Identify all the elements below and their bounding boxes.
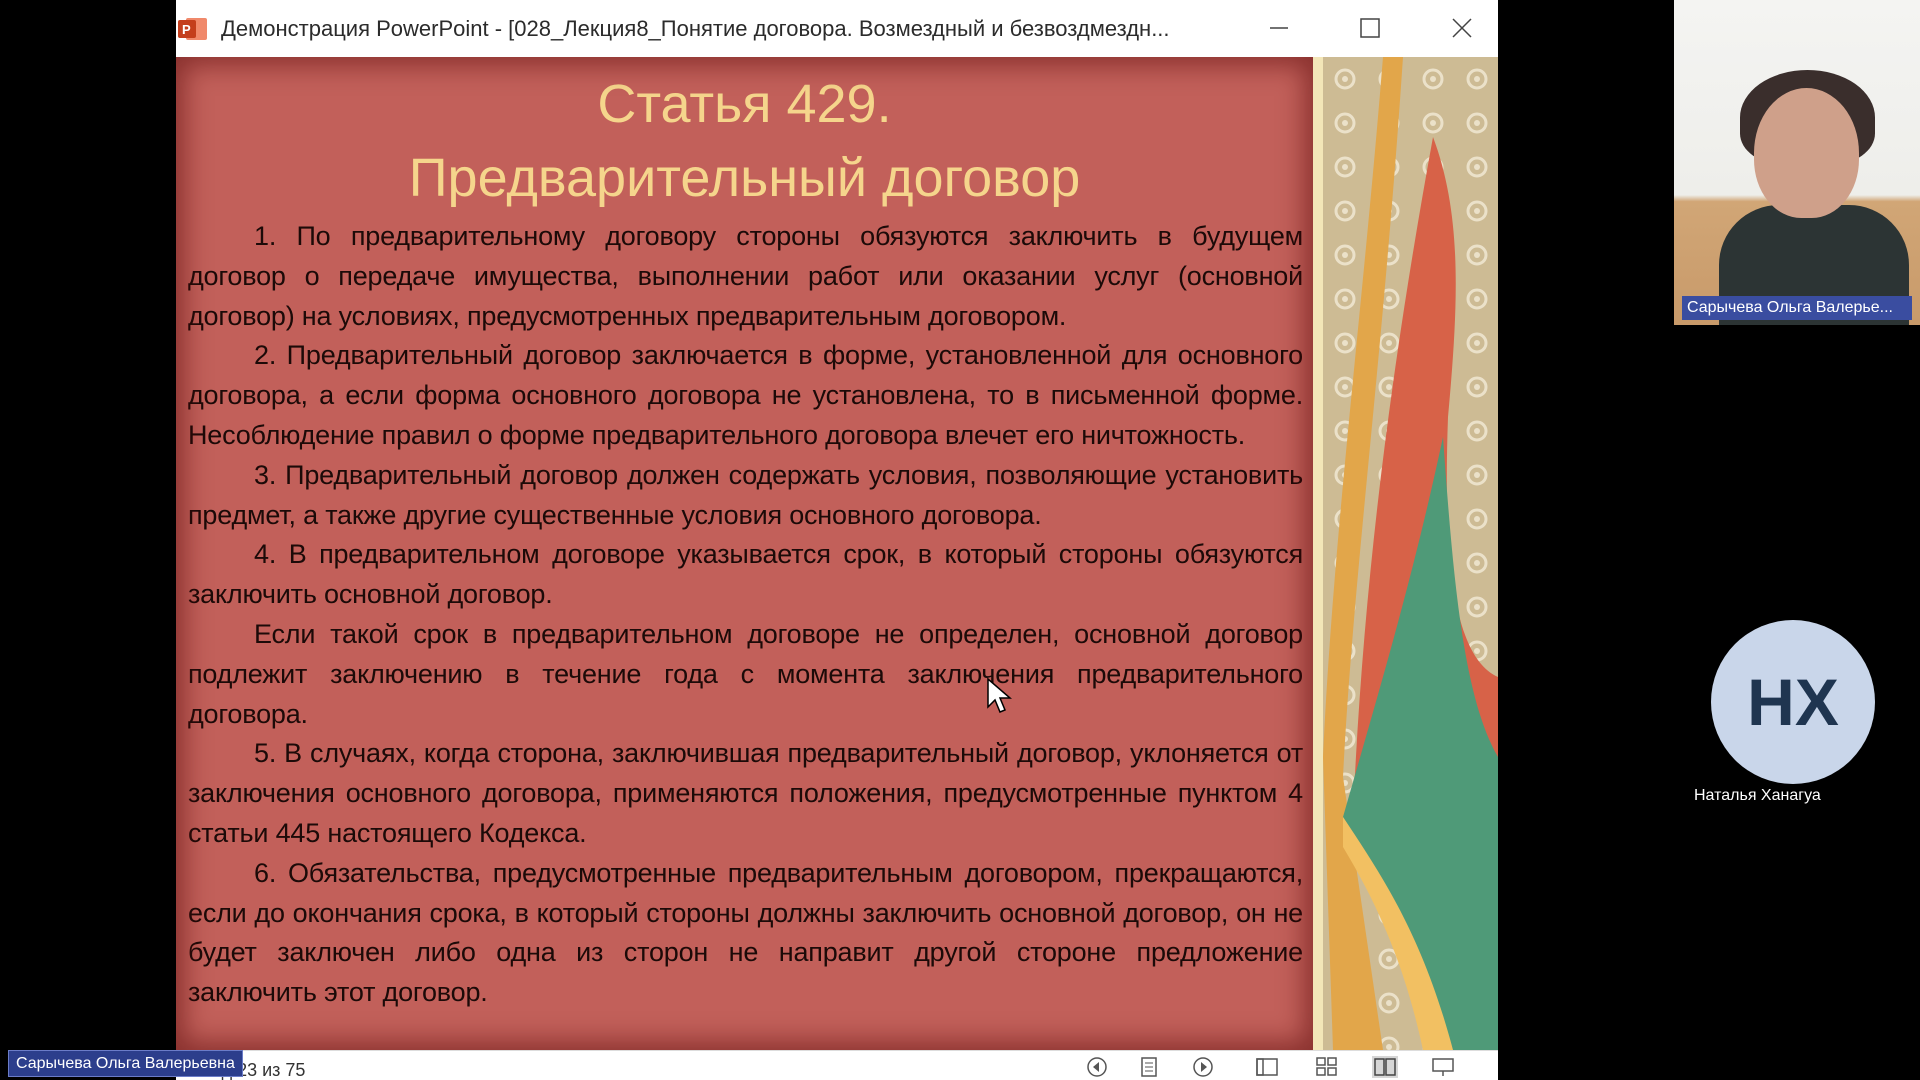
menu-icon [1141, 1057, 1157, 1077]
maximize-button[interactable] [1347, 8, 1393, 48]
slideshow-button[interactable] [1430, 1056, 1456, 1078]
close-icon [1452, 18, 1472, 38]
participant-video-tile[interactable]: Сарычева Ольга Валерье... [1674, 0, 1920, 325]
slide-decoration-panel [1313, 57, 1498, 1050]
next-slide-button[interactable] [1190, 1056, 1216, 1078]
normal-view-button[interactable] [1254, 1056, 1280, 1078]
slide-sorter-button[interactable] [1314, 1056, 1340, 1078]
avatar-initials: НХ [1747, 665, 1839, 739]
arrow-left-circle-icon [1087, 1057, 1107, 1077]
slide-paragraph: 3. Предварительный договор должен содерж… [188, 459, 1303, 530]
menu-button[interactable] [1136, 1056, 1162, 1078]
slide-body: 1. По предварительному договору стороны … [188, 217, 1303, 1013]
slide: Статья 429. Предварительный договор 1. П… [176, 57, 1498, 1050]
slideshow-icon [1432, 1058, 1454, 1076]
mouse-cursor-icon [987, 677, 1012, 713]
close-button[interactable] [1439, 8, 1485, 48]
svg-text:P: P [182, 22, 191, 37]
status-bar: Слайд 23 из 75 [176, 1050, 1498, 1080]
reading-view-icon [1374, 1058, 1396, 1076]
slide-sorter-icon [1316, 1057, 1337, 1076]
participant-face [1754, 88, 1859, 218]
slide-paragraph: 5. В случаях, когда сторона, заключившая… [188, 738, 1303, 848]
slide-paragraph: 1. По предварительному договору стороны … [188, 221, 1303, 331]
minimize-button[interactable] [1256, 8, 1302, 48]
slide-heading-line2: Предварительный договор [408, 148, 1081, 208]
slide-heading-line1: Статья 429. [597, 74, 892, 134]
maximize-icon [1360, 18, 1380, 38]
slide-heading: Статья 429. Предварительный договор [176, 67, 1313, 215]
normal-view-icon [1256, 1058, 1278, 1076]
window-title: Демонстрация PowerPoint - [028_Лекция8_П… [221, 16, 1170, 41]
powerpoint-icon: P [178, 18, 207, 40]
reading-view-button[interactable] [1372, 1056, 1398, 1078]
minimize-icon [1270, 27, 1288, 29]
presenter-name-tag: Сарычева Ольга Валерьевна [8, 1050, 243, 1077]
arrow-right-circle-icon [1193, 1057, 1213, 1077]
participant-avatar-name: Наталья Ханагуа [1694, 787, 1821, 804]
slide-paragraph: 2. Предварительный договор заключается в… [188, 340, 1303, 450]
slide-paragraph: 6. Обязательства, предусмотренные предва… [188, 857, 1303, 1008]
slide-paragraph: 4. В предварительном договоре указываетс… [188, 539, 1303, 610]
title-bar: P Демонстрация PowerPoint - [028_Лекция8… [176, 0, 1498, 57]
participant-video-name: Сарычева Ольга Валерье... [1682, 296, 1912, 320]
previous-slide-button[interactable] [1084, 1056, 1110, 1078]
decorative-ribbon-graphic [1323, 57, 1498, 1050]
slide-paragraph: Если такой срок в предварительном догово… [188, 618, 1303, 729]
participant-avatar[interactable]: НХ [1711, 620, 1875, 784]
powerpoint-window: P Демонстрация PowerPoint - [028_Лекция8… [176, 0, 1498, 1080]
